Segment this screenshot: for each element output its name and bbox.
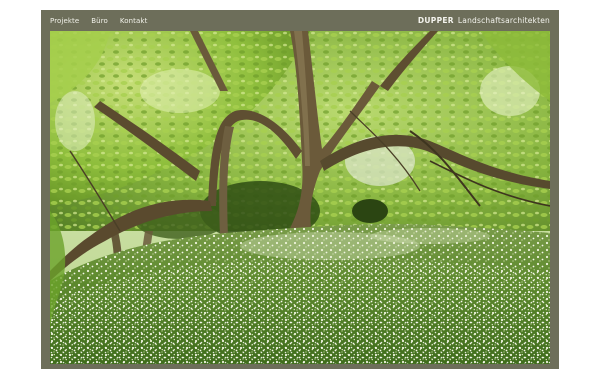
main-nav: Projekte Büro Kontakt (50, 17, 147, 25)
top-bar: Projekte Büro Kontakt DUPPER Landschafts… (41, 10, 559, 31)
brand-name-rest: Landschaftsarchitekten (457, 16, 550, 25)
brand-name-bold: DUPPER (417, 16, 454, 25)
hero-photo (50, 31, 550, 364)
nav-item-buero[interactable]: Büro (91, 17, 108, 25)
brand-logo[interactable]: DUPPER Landschaftsarchitekten (418, 16, 550, 25)
nav-item-kontakt[interactable]: Kontakt (120, 17, 148, 25)
nav-item-projekte[interactable]: Projekte (50, 17, 79, 25)
page-frame: Projekte Büro Kontakt DUPPER Landschafts… (41, 10, 559, 369)
